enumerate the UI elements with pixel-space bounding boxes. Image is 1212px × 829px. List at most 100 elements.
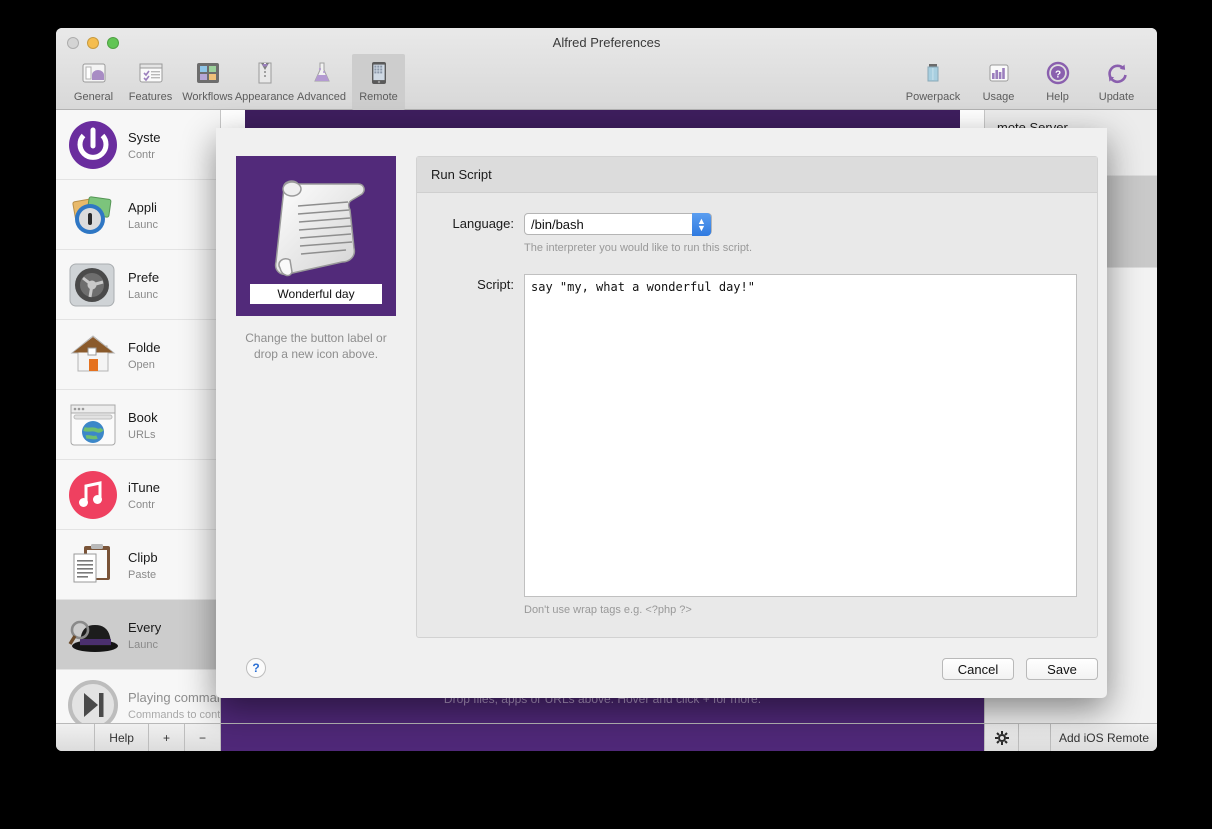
gear-icon[interactable]	[985, 724, 1019, 751]
toolbar-item-label: Appearance	[235, 91, 294, 103]
remove-command-button[interactable]: −	[185, 724, 221, 751]
add-command-button[interactable]: +	[149, 724, 185, 751]
toolbar-item-label: Features	[129, 91, 172, 103]
remote-commands-list[interactable]: Syste Contr Appli Launc	[56, 110, 221, 723]
list-item[interactable]: Appli Launc	[56, 180, 220, 250]
next-track-icon	[64, 676, 122, 724]
list-item[interactable]: Folde Open	[56, 320, 220, 390]
page-title: Alfred Preferences	[56, 35, 1157, 50]
run-script-panel: Run Script Language: /bin/bash ▲▼ The in…	[416, 156, 1098, 638]
powerpack-icon	[919, 57, 947, 89]
language-hint: The interpreter you would like to run th…	[524, 242, 1077, 254]
toolbar-item-label: Advanced	[297, 91, 346, 103]
list-item-subtitle: Launc	[128, 639, 161, 651]
itunes-icon	[64, 466, 122, 524]
clipboard-icon	[64, 536, 122, 594]
sheet-help-button[interactable]: ?	[246, 658, 266, 678]
list-item-text: Playing commands Commands to control Spo…	[128, 689, 220, 721]
bottom-bar-center	[221, 724, 984, 751]
icon-caption: Change the button label or drop a new ic…	[236, 330, 396, 362]
cancel-button[interactable]: Cancel	[942, 658, 1014, 680]
list-item[interactable]: iTune Contr	[56, 460, 220, 530]
toolbar-item-usage[interactable]: Usage	[972, 54, 1025, 103]
list-item-text: iTune Contr	[128, 479, 160, 511]
save-button[interactable]: Save	[1026, 658, 1098, 680]
list-item-text: Folde Open	[128, 339, 161, 371]
toolbar-right-group: Powerpack Usage	[900, 54, 1143, 103]
workflows-icon	[194, 57, 222, 89]
toolbar: General Features	[56, 54, 1157, 110]
list-item-title: Every	[128, 620, 161, 635]
usage-icon	[985, 57, 1013, 89]
list-item-text: Clipb Paste	[128, 549, 158, 581]
toolbar-item-label: Usage	[983, 91, 1015, 103]
home-folder-icon	[64, 326, 122, 384]
list-item-text: Book URLs	[128, 409, 158, 441]
sheet-action-buttons: Cancel Save	[942, 658, 1098, 680]
script-input[interactable]: say "my, what a wonderful day!"	[524, 274, 1077, 597]
list-item-title: Playing commands	[128, 690, 220, 705]
list-item-text: Syste Contr	[128, 129, 161, 161]
bottom-bar-left: Help + −	[56, 724, 221, 751]
list-item-subtitle: Launc	[128, 219, 158, 231]
toolbar-item-features[interactable]: Features	[124, 54, 177, 110]
features-icon	[137, 57, 165, 89]
list-item-everything[interactable]: Every Launc	[56, 600, 220, 670]
language-field-row: Language: /bin/bash ▲▼ The interpreter y…	[417, 193, 1097, 254]
toolbar-item-remote[interactable]: Remote	[352, 54, 405, 110]
sheet-left-pane: Wonderful day Change the button label or…	[216, 128, 416, 698]
list-item[interactable]: Clipb Paste	[56, 530, 220, 600]
toolbar-item-label: Help	[1046, 91, 1069, 103]
toolbar-item-general[interactable]: General	[67, 54, 120, 110]
toolbar-item-label: General	[74, 91, 113, 103]
list-item[interactable]: Syste Contr	[56, 110, 220, 180]
list-item[interactable]: Book URLs	[56, 390, 220, 460]
list-item-title: Book	[128, 410, 158, 425]
bookmarks-globe-icon	[64, 396, 122, 454]
alfred-preferences-window: Alfred Preferences General	[56, 28, 1157, 751]
language-select[interactable]: /bin/bash ▲▼	[524, 213, 712, 235]
toolbar-item-label: Workflows	[182, 91, 233, 103]
add-ios-remote-button[interactable]: Add iOS Remote	[1051, 724, 1157, 751]
list-item-text: Appli Launc	[128, 199, 158, 231]
script-label: Script:	[417, 274, 514, 616]
list-item-subtitle: Paste	[128, 569, 158, 581]
list-item-title: Clipb	[128, 550, 158, 565]
power-icon	[64, 116, 122, 174]
toolbar-item-update[interactable]: Update	[1090, 54, 1143, 103]
list-item[interactable]: Playing commands Commands to control Spo…	[56, 670, 220, 723]
advanced-icon	[308, 57, 336, 89]
list-item-subtitle: URLs	[128, 429, 158, 441]
language-label: Language:	[417, 213, 514, 254]
list-item-title: Folde	[128, 340, 161, 355]
preferences-gear-icon	[64, 256, 122, 314]
chevron-updown-icon[interactable]: ▲▼	[692, 213, 711, 236]
toolbar-item-label: Remote	[359, 91, 398, 103]
list-item-title: Syste	[128, 130, 161, 145]
toolbar-item-workflows[interactable]: Workflows	[181, 54, 234, 110]
list-item-title: iTune	[128, 480, 160, 495]
toolbar-item-powerpack[interactable]: Powerpack	[900, 54, 966, 103]
toolbar-item-appearance[interactable]: Appearance	[238, 54, 291, 110]
script-hint: Don't use wrap tags e.g. <?php ?>	[524, 604, 1077, 616]
bottom-bar-left-buttons: Help + −	[94, 724, 221, 751]
list-item-subtitle: Contr	[128, 499, 160, 511]
list-item-title: Prefe	[128, 270, 159, 285]
list-item[interactable]: Prefe Launc	[56, 250, 220, 320]
language-value: /bin/bash	[531, 217, 584, 232]
hat-icon	[64, 606, 122, 664]
bottom-bar-right: Add iOS Remote	[984, 724, 1157, 751]
language-field-body: /bin/bash ▲▼ The interpreter you would l…	[514, 213, 1077, 254]
toolbar-item-help[interactable]: ? Help	[1031, 54, 1084, 103]
toolbar-item-label: Update	[1099, 91, 1134, 103]
bottom-bar: Help + − Add iOS Remote	[56, 723, 1157, 751]
script-field-body: say "my, what a wonderful day!" Don't us…	[514, 274, 1077, 616]
command-icon-dropzone[interactable]: Wonderful day	[236, 156, 396, 316]
update-icon	[1103, 57, 1131, 89]
toolbar-item-label: Powerpack	[906, 91, 960, 103]
toolbar-item-advanced[interactable]: Advanced	[295, 54, 348, 110]
help-button[interactable]: Help	[94, 724, 149, 751]
list-item-text: Every Launc	[128, 619, 161, 651]
command-label-field[interactable]: Wonderful day	[250, 284, 382, 304]
titlebar: Alfred Preferences General	[56, 28, 1157, 110]
